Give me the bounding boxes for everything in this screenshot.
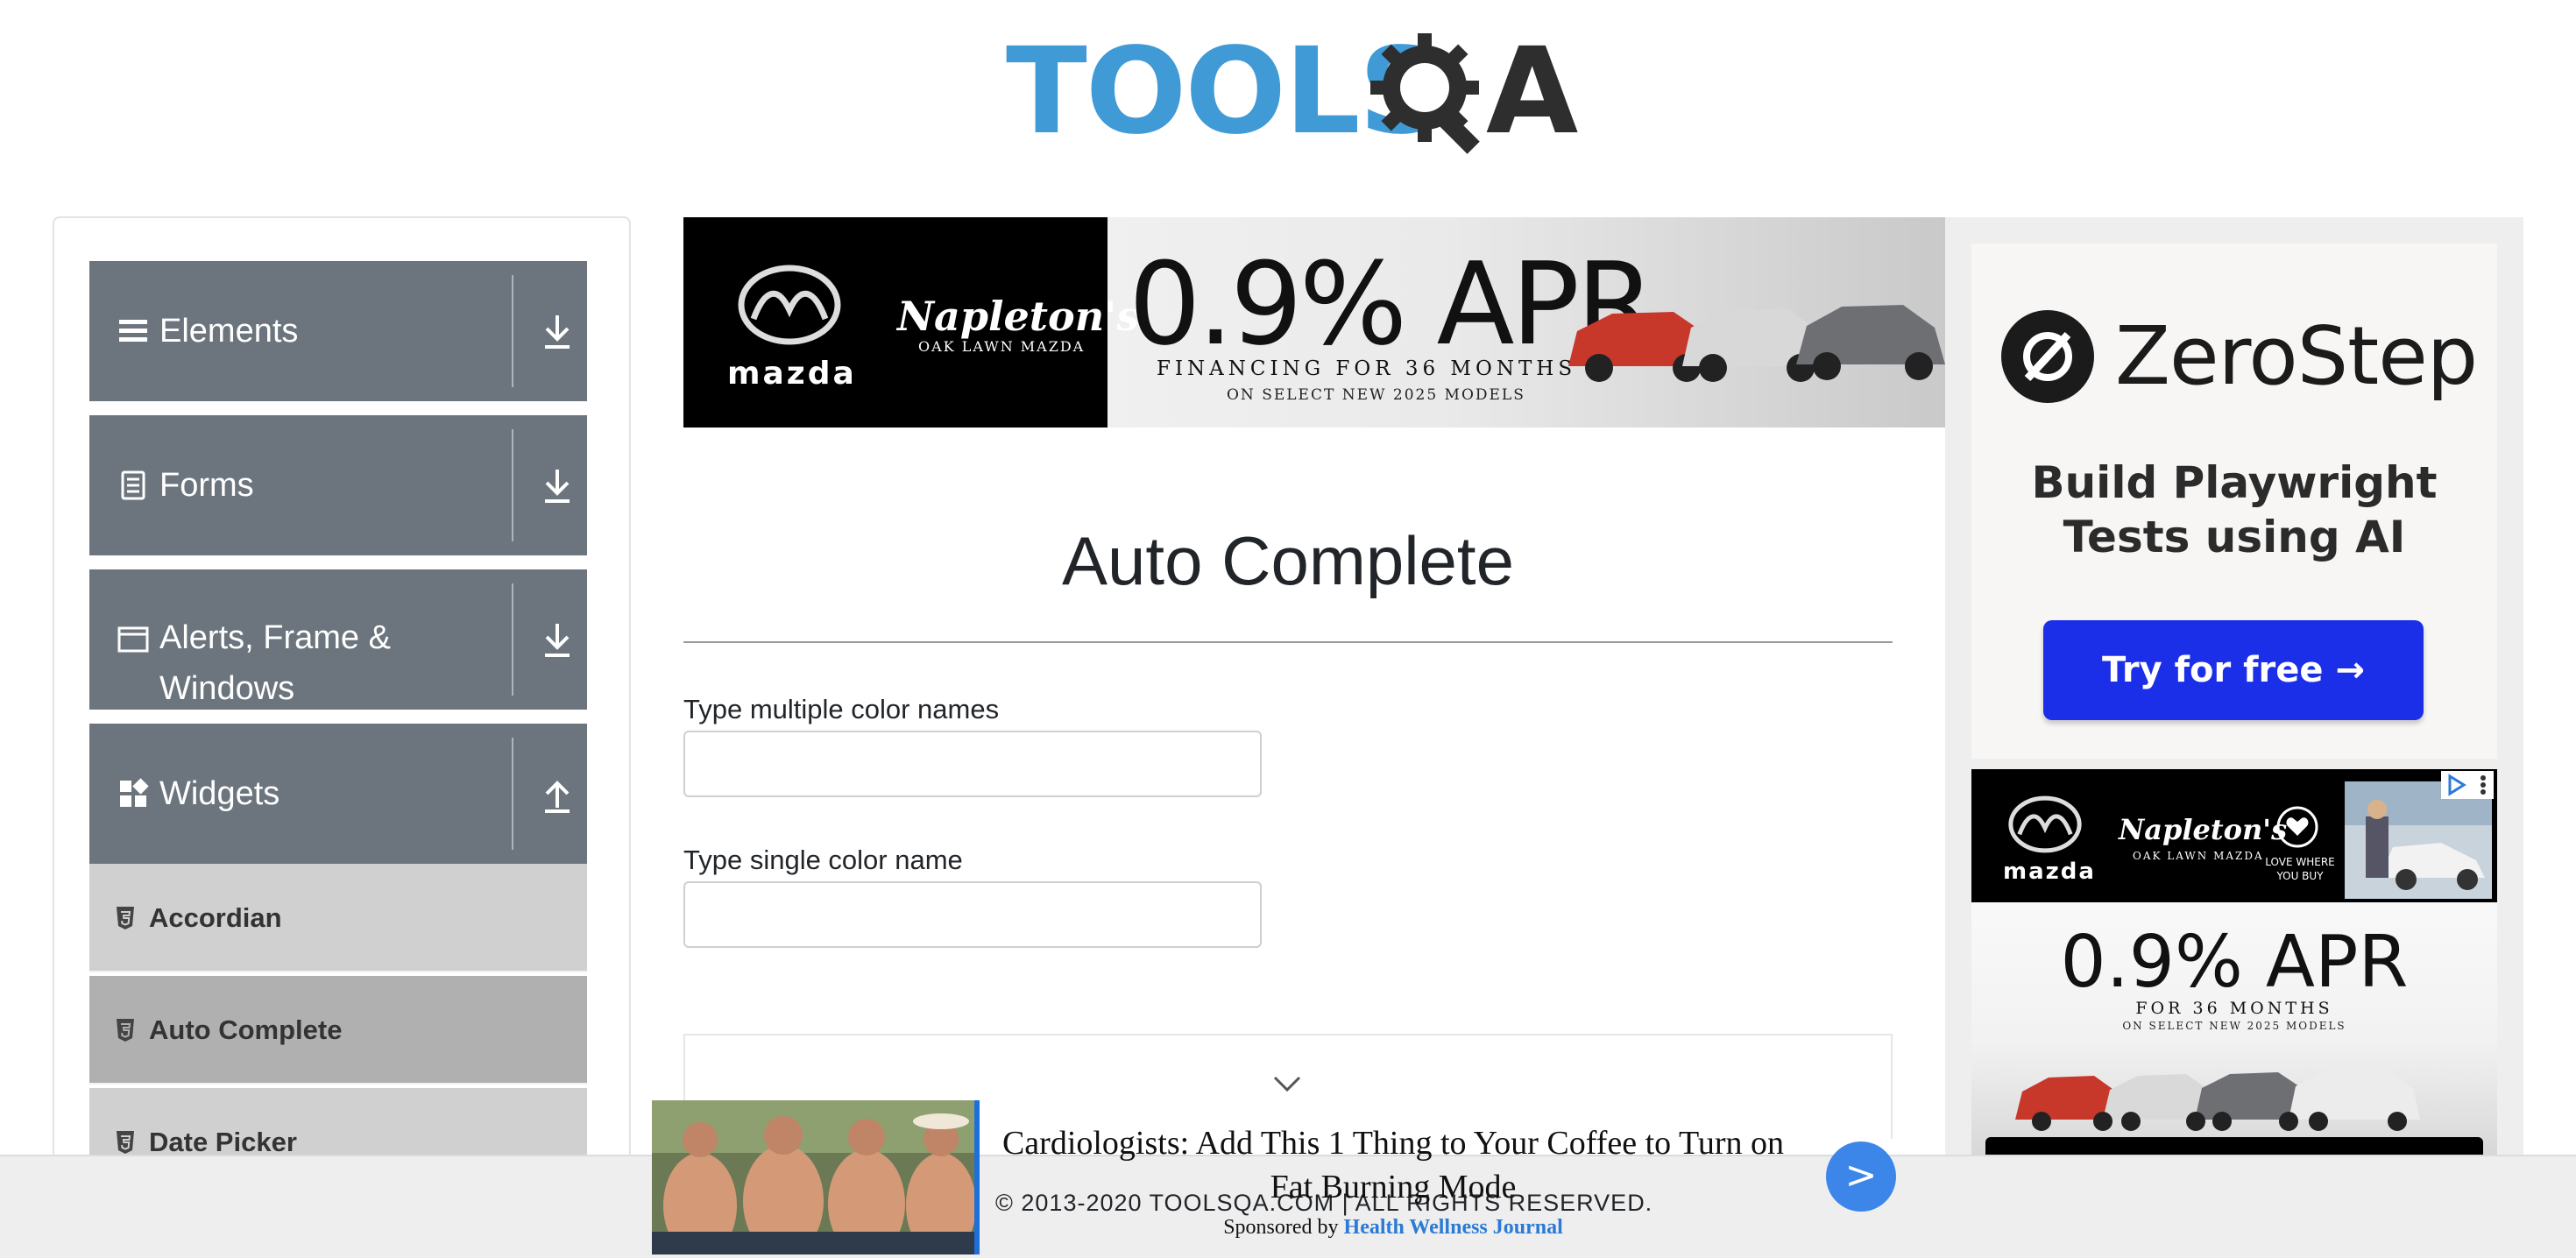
zerostep-brand: ZeroStep [2115,309,2478,403]
sidebar-group-label-line2: Windows [159,670,295,707]
ad-dealer-name: Napleton's [897,293,1140,340]
zerostep-logo-icon [2001,310,2094,403]
cars-image [1568,305,1945,382]
sidebar-item-accordian[interactable]: Accordian [89,864,587,972]
native-ad-headline[interactable]: Cardiologists: Add This 1 Thing to Your … [990,1121,1796,1209]
sidebar-group-label: Alerts, Frame & [159,619,391,656]
multiple-color-label: Type multiple color names [683,694,1000,724]
zerostep-tagline: Build Playwright Tests using AI [1971,456,2497,564]
divider [512,429,513,541]
sidebar-group-forms[interactable]: Forms [89,415,587,555]
sponsored-by-label: Sponsored by [1223,1216,1339,1239]
ad2-footer-bar [1985,1137,2483,1155]
multiple-color-input[interactable] [683,731,1262,797]
sidebar-item-label: Auto Complete [149,1014,343,1045]
ad-financing-line: FINANCING FOR 36 MONTHS [1157,357,1577,380]
ad-models-line: ON SELECT NEW 2025 MODELS [1227,386,1525,404]
window-icon [117,626,149,653]
ad2-models-line: ON SELECT NEW 2025 MODELS [2122,1020,2346,1032]
native-ad-image[interactable] [652,1100,976,1254]
list-icon [119,320,147,342]
divider [683,641,1893,643]
divider [512,738,513,850]
ad2-love-text: LOVE WHERE YOU BUY [2265,856,2335,882]
single-color-input[interactable] [683,881,1262,948]
ad2-dealer-name: Napleton's [2119,813,2288,846]
ad2-brand-name: mazda [2003,859,2096,885]
mazda-emblem-icon [2008,795,2082,853]
download-arrow-icon [545,315,570,349]
download-arrow-icon [545,470,570,503]
upload-arrow-icon [545,781,570,813]
ad-dealer-subtitle: OAK LAWN MAZDA [918,338,1086,355]
divider [512,583,513,696]
gear-magnifier-icon [1370,33,1480,154]
sidebar-item-auto-complete[interactable]: Auto Complete [89,976,587,1085]
logo-text-a: A [1486,23,1579,161]
mazda-side-ad[interactable]: mazda Napleton's OAK LAWN MAZDA LOVE WHE… [1971,769,2497,1155]
html5-icon [117,1131,134,1154]
sidebar-item-label: Accordian [149,902,282,933]
sidebar-group-label: Widgets [159,775,280,812]
ad-brand-panel: mazda Napleton's OAK LAWN MAZDA [683,217,1139,428]
ad2-apr-headline: 0.9% APR [2060,921,2409,1004]
mazda-banner-ad[interactable]: mazda Napleton's OAK LAWN MAZDA 0.9% APR… [683,217,1945,428]
sidebar-group-alerts-frame-windows[interactable]: Alerts, Frame & Windows [89,569,587,710]
native-ad-accent [974,1100,980,1254]
mazda-emblem-icon [738,265,841,345]
single-color-label: Type single color name [683,845,963,875]
zerostep-tagline-line1: Build Playwright [2031,457,2438,508]
html5-icon [117,907,134,929]
ad2-brand-panel: mazda Napleton's OAK LAWN MAZDA LOVE WHE… [1971,769,2497,902]
page-title: Auto Complete [1062,522,1514,599]
try-for-free-button[interactable]: Try for free → [2043,620,2424,720]
chevron-down-icon[interactable] [1272,1074,1302,1093]
zerostep-tagline-line2: Tests using AI [2063,512,2406,562]
toolsqa-logo[interactable]: TOOLS A [1006,23,1579,161]
sidebar-group-label: Elements [159,313,299,350]
ad2-months-line: FOR 36 MONTHS [2135,999,2333,1018]
widgets-icon [120,778,149,807]
cars-image [2015,1069,2420,1131]
heart-icon [2276,806,2318,848]
form-icon [121,470,145,500]
download-arrow-icon [545,624,570,657]
sidebar-group-elements[interactable]: Elements [89,261,587,401]
ad-brand-name: mazda [727,356,857,392]
divider [512,275,513,387]
html5-icon [117,1019,134,1042]
sidebar-group-widgets[interactable]: Widgets [89,724,587,864]
sidebar-group-label: Forms [159,467,254,504]
ad2-dealer-subtitle: OAK LAWN MAZDA [2133,850,2264,862]
adchoices-icon[interactable] [2441,771,2494,799]
next-arrow-button[interactable]: > [1826,1141,1896,1212]
sponsor-name[interactable]: Health Wellness Journal [1344,1216,1563,1239]
native-ad-sponsor: Sponsored by Health Wellness Journal [990,1216,1796,1240]
dealer-photo-image [2345,781,2492,899]
